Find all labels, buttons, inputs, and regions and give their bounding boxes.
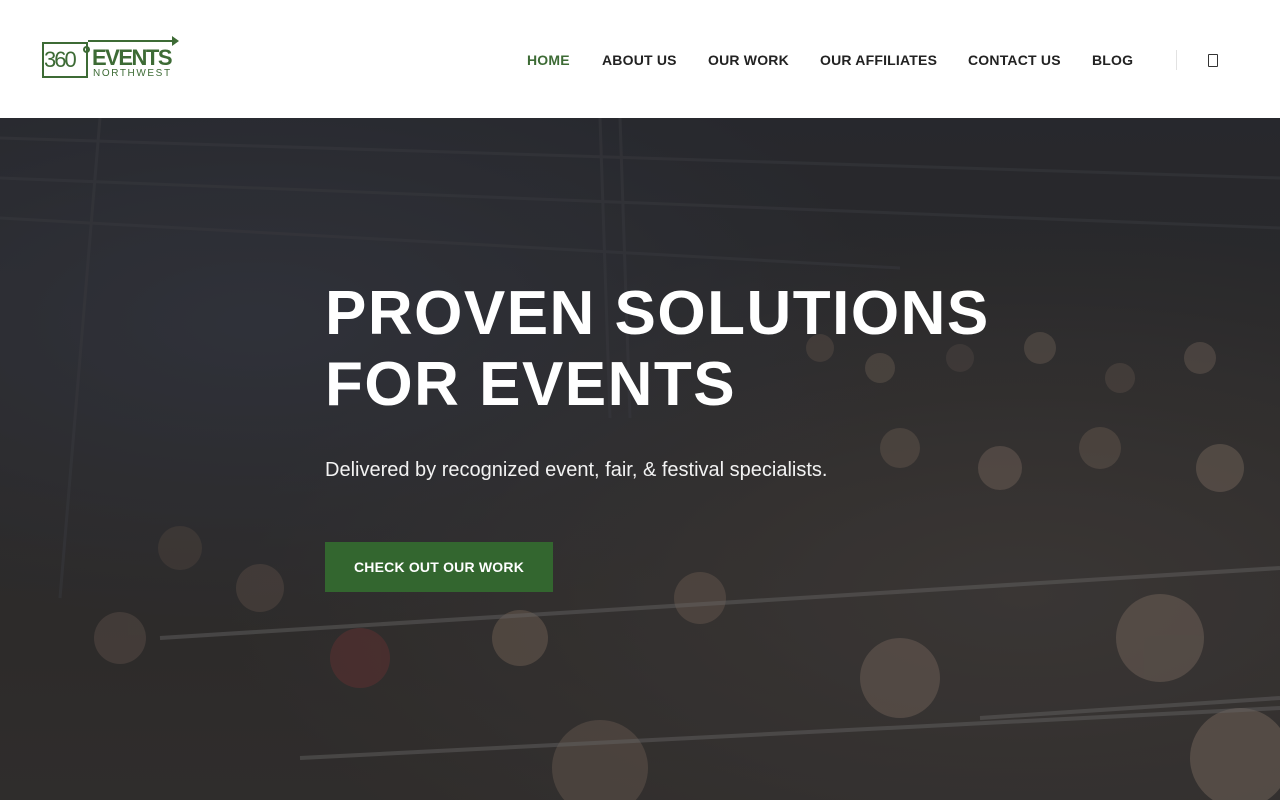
logo-degree-icon	[83, 46, 90, 53]
logo[interactable]: 360 EVENTS NORTHWEST	[40, 36, 180, 82]
hero-subtitle: Delivered by recognized event, fair, & f…	[325, 459, 828, 481]
nav-blog[interactable]: BLOG	[1092, 52, 1133, 68]
logo-subtitle: NORTHWEST	[93, 68, 172, 79]
logo-arrow-icon	[88, 40, 176, 42]
nav-divider	[1176, 50, 1177, 70]
hero-title: PROVEN SOLUTIONS FOR EVENTS	[325, 278, 1085, 420]
logo-arrow-head-icon	[172, 36, 179, 46]
hero-section: PROVEN SOLUTIONS FOR EVENTS Delivered by…	[0, 118, 1280, 800]
check-out-our-work-button[interactable]: CHECK OUT OUR WORK	[325, 542, 553, 592]
hero-title-line-1: PROVEN SOLUTIONS	[325, 279, 990, 348]
hero-title-line-2: FOR EVENTS	[325, 350, 737, 419]
logo-number: 360	[44, 47, 77, 72]
nav-contact-us[interactable]: CONTACT US	[968, 52, 1061, 68]
nav-our-work[interactable]: OUR WORK	[708, 52, 789, 68]
nav-home[interactable]: HOME	[527, 52, 570, 68]
nav-about-us[interactable]: ABOUT US	[602, 52, 677, 68]
site-header: 360 EVENTS NORTHWEST HOME ABOUT US OUR W…	[0, 0, 1280, 118]
shopping-cart-icon[interactable]	[1208, 54, 1218, 67]
nav-our-affiliates[interactable]: OUR AFFILIATES	[820, 52, 937, 68]
